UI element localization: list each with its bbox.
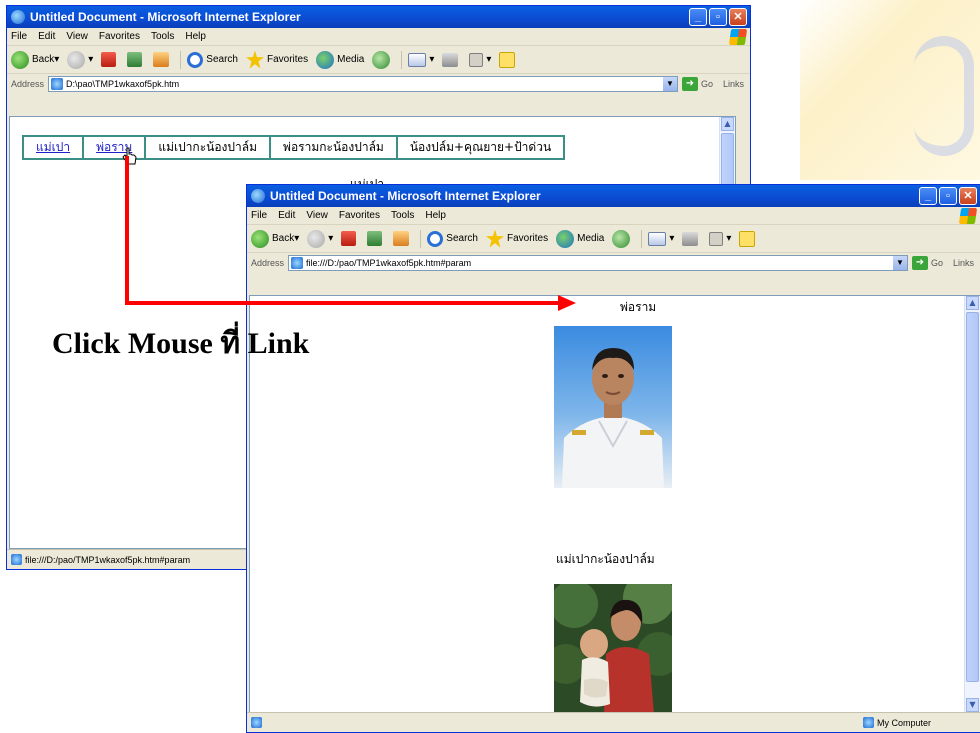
annotation-label: Click Mouse ที่ Link (52, 327, 310, 360)
